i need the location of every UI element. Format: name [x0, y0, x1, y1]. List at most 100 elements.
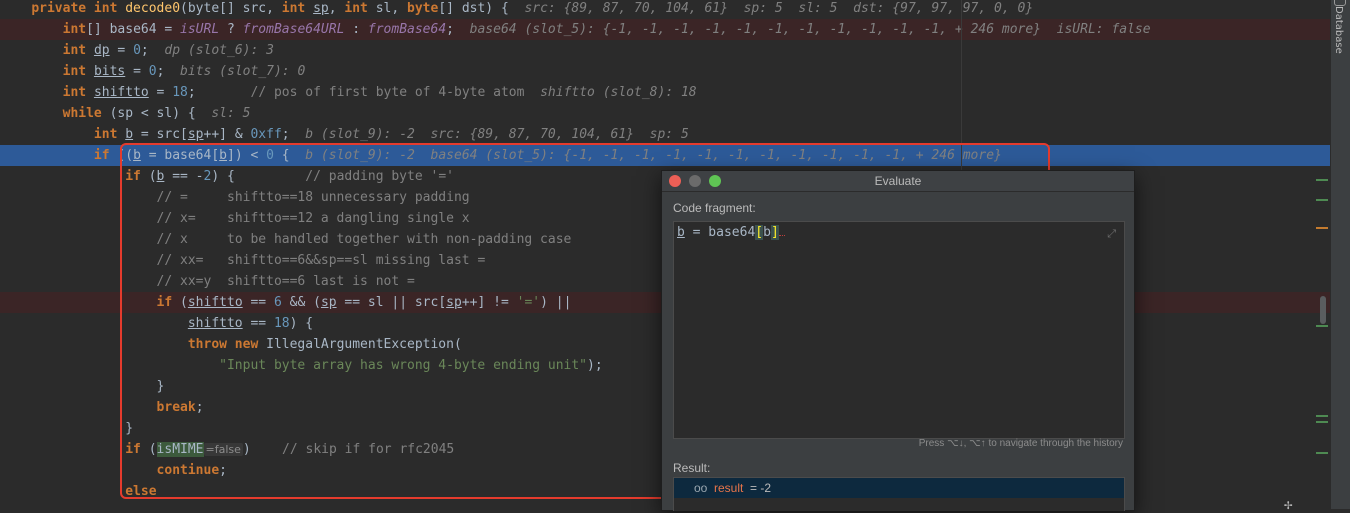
code-token: dp	[93, 43, 110, 58]
code-token: int	[344, 1, 376, 16]
code-token: ++] !=	[461, 295, 517, 310]
code-token: [] base64 =	[86, 22, 181, 37]
code-fragment-editor[interactable]: b = base64[b] ⤢	[673, 221, 1125, 439]
inline-debug-value: sl: 5	[211, 106, 251, 121]
error-stripe-mark[interactable]	[1316, 199, 1328, 201]
code-assign: = base64	[684, 225, 756, 240]
code-token: (sp < sl) {	[109, 106, 212, 121]
code-token: = src[	[133, 127, 188, 142]
glasses-icon: oo	[694, 481, 708, 495]
result-row[interactable]: oo result = -2	[674, 478, 1124, 498]
inline-debug-value: base64 (slot_5): {-1, -1, -1, -1, -1, -1…	[469, 22, 1151, 37]
error-stripe-mark[interactable]	[1316, 452, 1328, 454]
code-token: 18	[273, 316, 290, 331]
dialog-title-bar[interactable]: Evaluate	[662, 171, 1134, 192]
code-token: ]) <	[227, 148, 267, 163]
code-token: break	[156, 400, 196, 415]
code-token: }	[156, 379, 165, 394]
code-line[interactable]: private int decode0(byte[] src, int sp, …	[0, 0, 1330, 19]
code-token: if	[125, 442, 149, 457]
code-token: =	[109, 43, 134, 58]
code-token: ;	[140, 43, 165, 58]
code-comment: // padding byte '='	[305, 169, 454, 184]
code-token: int	[62, 22, 87, 37]
result-tree[interactable]: oo result = -2	[673, 477, 1125, 511]
code-comment: // pos of first byte of 4-byte atom	[250, 85, 541, 100]
code-token: if	[125, 169, 149, 184]
code-token: (byte[] src,	[180, 1, 282, 16]
error-stripe-mark[interactable]	[1316, 421, 1328, 423]
inline-debug-value: shiftto (slot_8): 18	[540, 85, 697, 100]
plus-icon[interactable]: ✢	[1284, 497, 1292, 513]
code-token: sp	[313, 1, 329, 16]
close-window-button[interactable]	[669, 175, 681, 187]
code-line[interactable]: while (sp < sl) { sl: 5	[0, 103, 1330, 124]
code-token: sl,	[375, 1, 408, 16]
expand-icon[interactable]: ⤢	[1107, 228, 1116, 241]
code-line[interactable]: int b = src[sp++] & 0xff; b (slot_9): -2…	[0, 124, 1330, 145]
code-line[interactable]: if ((b = base64[b]) < 0 { b (slot_9): -2…	[0, 145, 1330, 166]
error-stripe-mark[interactable]	[1316, 227, 1328, 229]
code-token: byte	[407, 1, 439, 16]
inline-debug-value: src: {89, 87, 70, 104, 61} sp: 5 sl: 5 d…	[524, 1, 1034, 16]
code-token: ;	[219, 463, 227, 478]
code-bracket-open: [	[755, 225, 764, 240]
error-stripe-mark[interactable]	[1316, 179, 1328, 181]
code-token: int	[62, 85, 94, 100]
code-line[interactable]: int[] base64 = isURL ? fromBase64URL : f…	[0, 19, 1330, 40]
code-line[interactable]: int bits = 0; bits (slot_7): 0	[0, 61, 1330, 82]
maximize-window-button[interactable]	[709, 175, 721, 187]
right-tool-strip	[1330, 0, 1350, 509]
inline-debug-value: b (slot_9): -2 src: {89, 87, 70, 104, 61…	[305, 127, 689, 142]
code-token: ;	[281, 127, 306, 142]
history-hint: Press ⌥↓, ⌥↑ to navigate through the his…	[918, 438, 1123, 449]
code-comment: // xx= shiftto==6&&sp==sl missing last =	[156, 253, 486, 268]
code-var-b: b	[677, 225, 685, 240]
code-token: ;	[446, 22, 470, 37]
code-bracket-close: ]	[770, 225, 779, 240]
error-stripe-mark[interactable]	[1316, 325, 1328, 327]
code-line[interactable]: int dp = 0; dp (slot_6): 3	[0, 40, 1330, 61]
code-token: == -	[164, 169, 204, 184]
code-line[interactable]: int shiftto = 18; // pos of first byte o…	[0, 82, 1330, 103]
code-index-b: b	[763, 225, 771, 240]
code-token: == sl || src[	[336, 295, 447, 310]
code-fragment-label: Code fragment:	[673, 201, 756, 215]
code-token: throw new	[187, 337, 267, 352]
code-token: = base64[	[140, 148, 220, 163]
code-token: shiftto	[187, 295, 243, 310]
code-token: decode0	[125, 1, 181, 16]
code-token: IllegalArgumentException(	[266, 337, 462, 352]
dialog-title: Evaluate	[874, 174, 922, 188]
code-token: shiftto	[93, 85, 149, 100]
minimize-window-button[interactable]	[689, 175, 701, 187]
evaluate-dialog: Evaluate Code fragment: b = base64[b] ⤢ …	[661, 170, 1135, 511]
code-token: sp	[446, 295, 462, 310]
scrollbar-thumb[interactable]	[1320, 296, 1326, 324]
code-token: b	[219, 148, 227, 163]
code-token: ==	[242, 316, 274, 331]
code-token: 6	[273, 295, 282, 310]
code-token: isMIME	[156, 442, 204, 457]
code-token: 0	[266, 148, 274, 163]
database-tool-tab[interactable]: Database	[1333, 6, 1344, 54]
code-token: else	[125, 484, 157, 499]
error-stripe-mark[interactable]	[1316, 415, 1328, 417]
code-token: '='	[516, 295, 541, 310]
code-error-squiggle	[778, 234, 785, 236]
code-token: );	[587, 358, 603, 373]
code-token: if	[156, 295, 181, 310]
code-token: (	[148, 442, 157, 457]
code-token: if	[93, 148, 118, 163]
code-token: }	[125, 421, 134, 436]
code-token: ) ||	[540, 295, 572, 310]
